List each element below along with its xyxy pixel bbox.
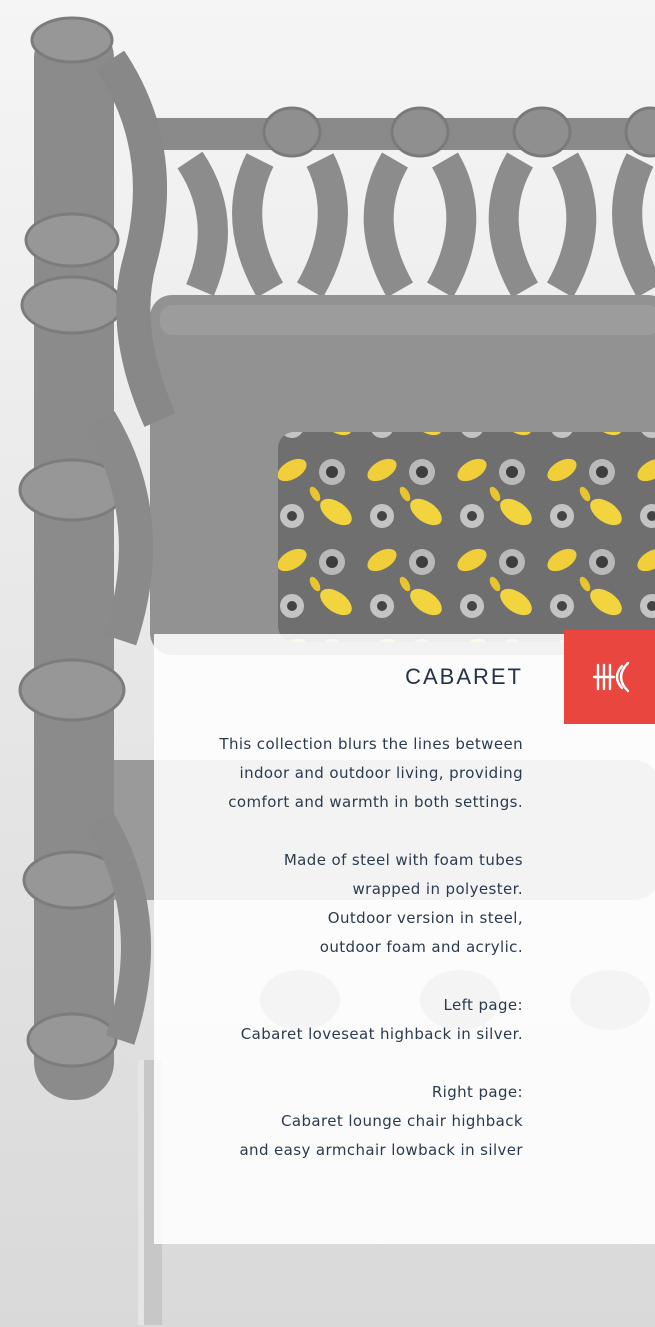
left-page-caption: Cabaret loveseat highback in silver.: [240, 1025, 523, 1043]
materials-line: Made of steel with foam tubes: [283, 851, 523, 869]
materials-line: Outdoor version in steel,: [327, 909, 523, 927]
right-page-caption: Cabaret lounge chair highback: [281, 1112, 523, 1130]
intro-line: This collection blurs the lines between: [219, 735, 523, 753]
collection-description: This collection blurs the lines between …: [180, 730, 523, 1165]
brand-logo-badge: [564, 630, 655, 724]
right-page-caption: and easy armchair lowback in silver: [239, 1141, 523, 1159]
right-page-heading: Right page:: [431, 1083, 523, 1101]
intro-line: indoor and outdoor living, providing: [239, 764, 523, 782]
materials-line: outdoor foam and acrylic.: [319, 938, 523, 956]
collection-title: CABARET: [405, 664, 523, 689]
materials-line: wrapped in polyester.: [352, 880, 523, 898]
left-page-heading: Left page:: [443, 996, 523, 1014]
brand-logo-icon: [592, 661, 630, 693]
intro-line: comfort and warmth in both settings.: [228, 793, 523, 811]
